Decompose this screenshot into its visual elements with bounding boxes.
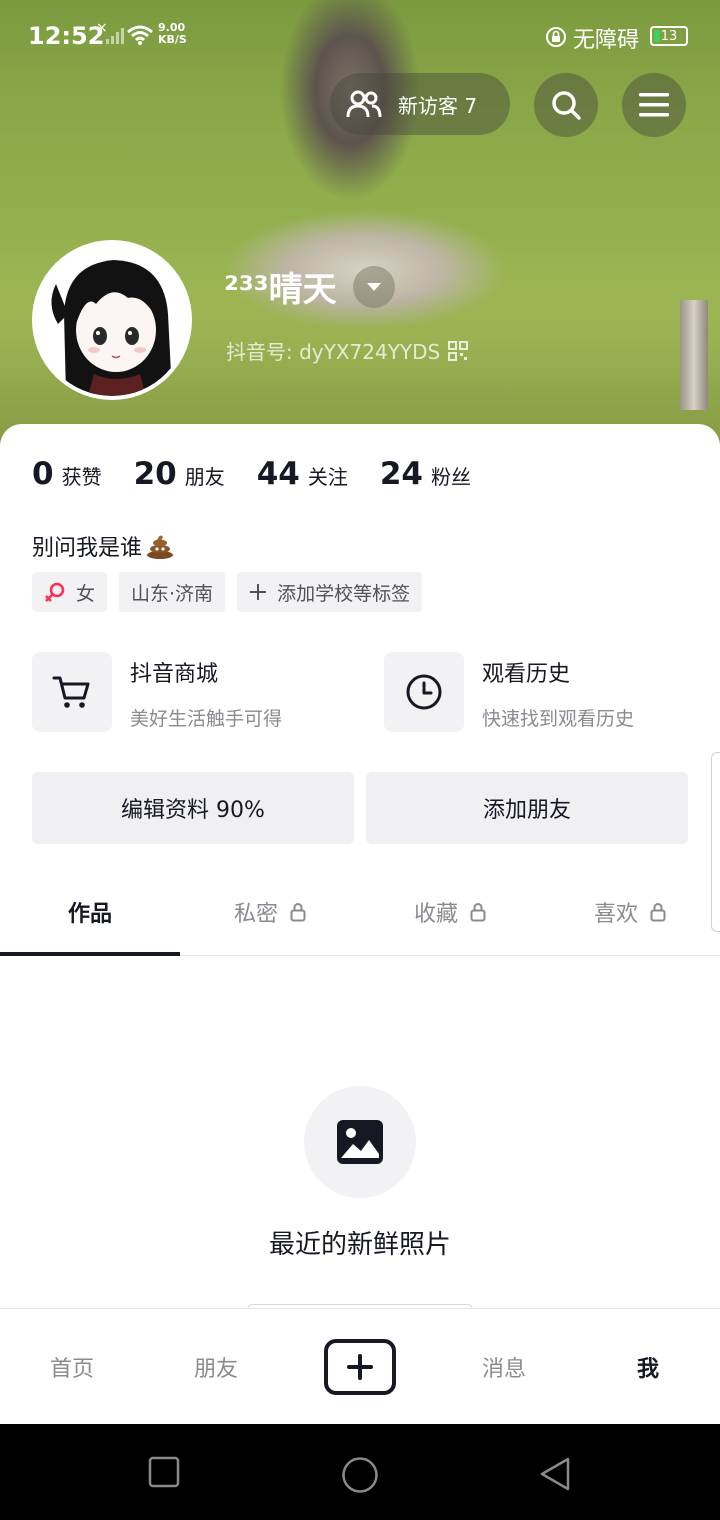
- profile-content: 0 获赞 20 朋友 44 关注 24 粉丝 别问我是谁 女 山东·济南 添加学…: [0, 424, 720, 1324]
- douyin-mall-entry[interactable]: 抖音商城 美好生活触手可得: [32, 652, 282, 732]
- poop-emoji-icon: [147, 535, 174, 559]
- stat-followers-count: 24: [379, 456, 423, 492]
- bio-text: 别问我是谁: [32, 536, 143, 561]
- stat-following[interactable]: 44 关注: [257, 456, 348, 492]
- location-label: 山东·济南: [131, 582, 214, 605]
- side-edge-handle[interactable]: [711, 752, 720, 932]
- nav-me[interactable]: 我: [576, 1351, 720, 1383]
- shopping-cart-icon: [52, 676, 90, 708]
- anime-avatar-image: [36, 244, 188, 396]
- stat-following-label: 关注: [307, 465, 348, 489]
- caret-down-icon: [366, 282, 381, 291]
- battery-icon: 13: [650, 26, 688, 46]
- lock-icon: [650, 902, 666, 921]
- back-button[interactable]: [538, 1456, 572, 1496]
- plus-icon: [250, 584, 267, 600]
- stat-following-count: 44: [256, 456, 300, 492]
- search-icon: [552, 91, 581, 120]
- nav-home[interactable]: 首页: [0, 1351, 144, 1383]
- stat-likes-label: 获赞: [61, 465, 102, 489]
- douyin-mall-text: 抖音商城 美好生活触手可得: [130, 652, 282, 732]
- triangle-back-icon: [540, 1457, 570, 1491]
- recents-button[interactable]: [148, 1456, 180, 1492]
- status-bar: 12:52 × 9.00 KB/S 无障碍 13: [0, 0, 720, 72]
- account-switch-button[interactable]: [352, 265, 395, 308]
- shopping-cart-tile: [32, 652, 112, 732]
- tab-likes[interactable]: 喜欢: [540, 868, 720, 955]
- visitors-icon: [346, 90, 382, 118]
- bottom-nav: 首页 朋友 消息 我: [0, 1308, 720, 1424]
- profile-tags: 女 山东·济南 添加学校等标签: [32, 572, 434, 612]
- nickname-row[interactable]: ²³³晴天: [224, 262, 395, 311]
- stat-likes[interactable]: 0 获赞: [32, 456, 102, 492]
- clock-icon: [406, 674, 442, 710]
- accessibility-lock-icon: [546, 27, 566, 47]
- bio[interactable]: 别问我是谁: [32, 530, 174, 562]
- nav-create[interactable]: [288, 1338, 432, 1395]
- tab-private-label: 私密: [233, 901, 278, 927]
- network-speed: 9.00 KB/S: [158, 22, 187, 46]
- stat-likes-count: 0: [32, 456, 54, 492]
- stat-followers-label: 粉丝: [431, 465, 471, 489]
- menu-button[interactable]: [622, 73, 686, 137]
- plus-icon: [347, 1353, 373, 1380]
- add-friend-button[interactable]: 添加朋友: [366, 772, 688, 844]
- tab-favorites-label: 收藏: [413, 901, 458, 927]
- wifi-icon: [127, 25, 153, 45]
- nav-friends[interactable]: 朋友: [144, 1351, 288, 1383]
- content-tabs: 作品 私密 收藏 喜欢: [0, 868, 720, 956]
- watch-history-entry[interactable]: 观看历史 快速找到观看历史: [384, 652, 634, 732]
- tab-favorites[interactable]: 收藏: [360, 868, 540, 955]
- stat-friends-count: 20: [133, 456, 177, 492]
- add-school-tag-button[interactable]: 添加学校等标签: [237, 572, 423, 612]
- stat-friends[interactable]: 20 朋友: [134, 456, 225, 492]
- new-visitors-label: 新访客 7: [398, 93, 478, 118]
- network-speed-unit: KB/S: [158, 33, 187, 46]
- cellular-signal-icon: [106, 28, 124, 44]
- douyin-id-row[interactable]: 抖音号: dyYX724YYDS: [226, 336, 469, 365]
- tab-likes-label: 喜欢: [593, 901, 638, 927]
- gender-label: 女: [76, 582, 96, 605]
- battery-level: 13: [660, 28, 678, 44]
- douyin-mall-title: 抖音商城: [130, 662, 219, 687]
- search-button[interactable]: [534, 73, 598, 137]
- nav-messages[interactable]: 消息: [432, 1351, 576, 1383]
- location-tag[interactable]: 山东·济南: [119, 572, 226, 612]
- fence-post: [680, 300, 708, 410]
- female-symbol-icon: [45, 582, 65, 602]
- douyin-id: 抖音号: dyYX724YYDS: [226, 340, 441, 364]
- qr-code-icon[interactable]: [448, 340, 469, 361]
- lock-icon: [470, 902, 486, 921]
- avatar[interactable]: [32, 240, 192, 400]
- add-school-tag-label: 添加学校等标签: [277, 582, 411, 605]
- hamburger-menu-icon: [639, 93, 669, 117]
- create-button[interactable]: [324, 1338, 396, 1395]
- system-nav-bar: [0, 1424, 720, 1520]
- tab-works[interactable]: 作品: [0, 868, 180, 956]
- edit-profile-button[interactable]: 编辑资料 90%: [32, 772, 354, 844]
- accessibility-label: 无障碍: [573, 28, 640, 53]
- watch-history-subtitle: 快速找到观看历史: [482, 708, 635, 730]
- tab-works-label: 作品: [67, 901, 112, 927]
- square-recents-icon: [148, 1456, 180, 1488]
- lock-icon: [290, 902, 306, 921]
- status-time: 12:52: [28, 22, 105, 50]
- watch-history-text: 观看历史 快速找到观看历史: [482, 652, 634, 732]
- douyin-mall-subtitle: 美好生活触手可得: [130, 708, 283, 730]
- profile-stats: 0 获赞 20 朋友 44 关注 24 粉丝: [32, 456, 503, 492]
- new-visitors-button[interactable]: 新访客 7: [330, 73, 510, 135]
- watch-history-title: 观看历史: [482, 662, 571, 687]
- stat-followers[interactable]: 24 粉丝: [380, 456, 471, 492]
- nickname: ²³³晴天: [224, 270, 337, 310]
- image-icon: [337, 1120, 383, 1164]
- clock-tile: [384, 652, 464, 732]
- stat-friends-label: 朋友: [184, 465, 225, 489]
- home-button[interactable]: [341, 1456, 379, 1498]
- circle-home-icon: [342, 1457, 378, 1493]
- profile-page: 12:52 × 9.00 KB/S 无障碍 13 新访客 7 ²³³晴天 抖音号…: [0, 0, 720, 1520]
- gender-tag[interactable]: 女: [32, 572, 108, 612]
- empty-photos-icon-tile: [304, 1086, 416, 1198]
- empty-state-title: 最近的新鲜照片: [268, 1230, 451, 1260]
- tab-private[interactable]: 私密: [180, 868, 360, 955]
